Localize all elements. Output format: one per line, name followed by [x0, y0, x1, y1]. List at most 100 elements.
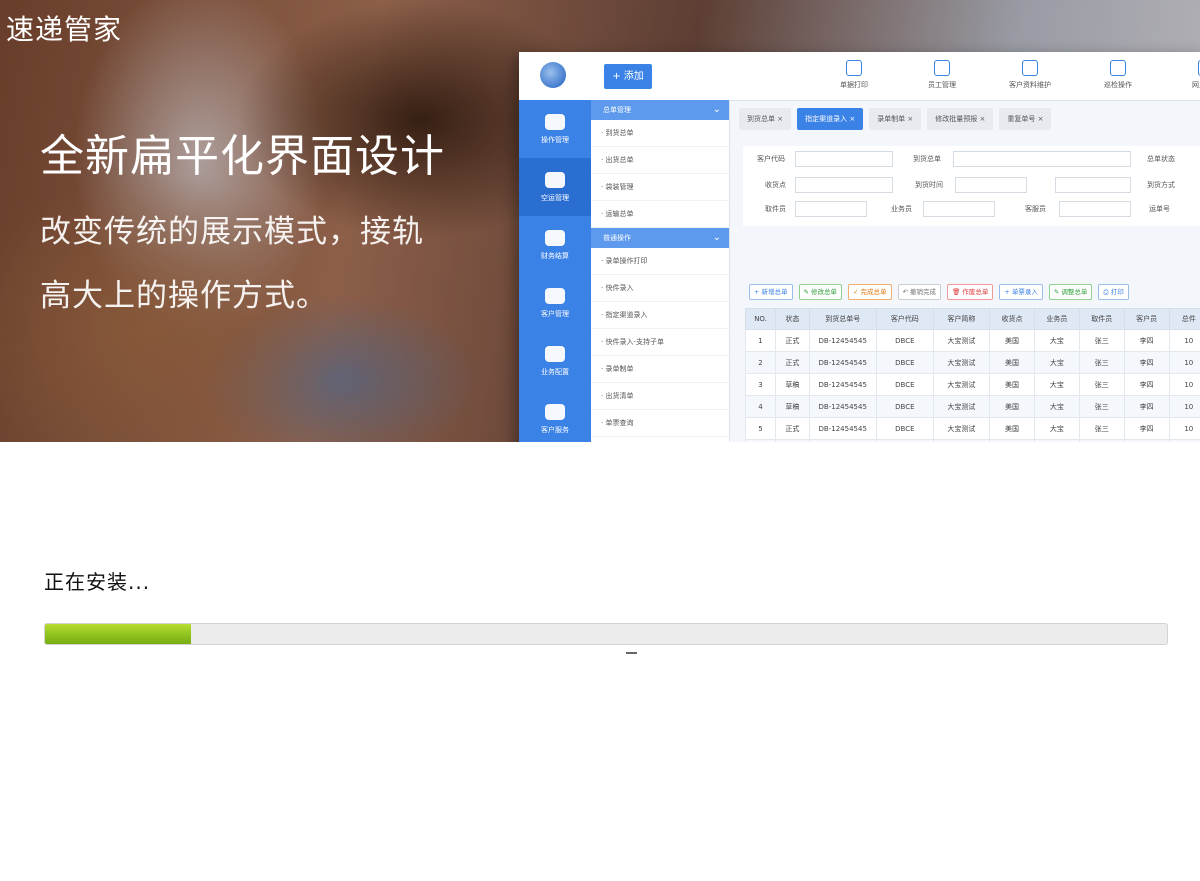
table-cell: 张三 — [1078, 395, 1125, 418]
table-cell: DBCE — [875, 395, 934, 418]
preview-field-label: 业务员 — [891, 205, 912, 213]
preview-menu-item: · 快件录入 — [591, 275, 729, 302]
preview-field-box — [1055, 177, 1131, 193]
banner-headline: 全新扁平化界面设计 — [40, 131, 445, 182]
table-cell: 大宝测试 — [932, 373, 991, 396]
table-header-cell: 到货总单号 — [808, 308, 877, 330]
table-cell: 大宝测试 — [932, 351, 991, 374]
table-cell: 李四 — [1123, 417, 1170, 440]
preview-field-box — [923, 201, 995, 217]
preview-logo-icon — [540, 62, 566, 88]
preview-field-label: 到货总单 — [913, 155, 941, 163]
table-header-cell: 取件员 — [1078, 308, 1125, 330]
preview-menu-item: · 运输总单 — [591, 201, 729, 228]
preview-tool-customer: 客户资料维护 — [995, 60, 1065, 90]
preview-field-label: 客户代码 — [757, 155, 785, 163]
preview-action: ✓ 完成总单 — [848, 284, 892, 300]
table-cell: 10 — [1168, 395, 1200, 418]
table-row: 5 正式 DB-12454545 DBCE 大宝测试 美国 大宝 张三 李四 10 — [744, 417, 1200, 440]
preview-menu-item: · 单票查询 — [591, 410, 729, 437]
briefcase-icon — [545, 345, 565, 362]
table-cell: 美国 — [989, 329, 1035, 352]
preview-tab: 录单制单 × — [869, 108, 922, 130]
preview-field-label: 取件员 — [765, 205, 786, 213]
table-header-cell: 客户简称 — [932, 308, 991, 330]
preview-side-item: 操作管理 — [519, 100, 591, 158]
preview-tab: 到货总单 × — [739, 108, 792, 130]
preview-table: NO. 状态 到货总单号 客户代码 客户简称 收货点 业务员 取件员 客户员 总… — [744, 308, 1200, 442]
table-cell: 美国 — [989, 439, 1035, 442]
table-header-cell: 业务员 — [1033, 308, 1080, 330]
table-cell: 张三 — [1078, 417, 1125, 440]
preview-menu-item: · 到货总单 — [591, 120, 729, 147]
preview-action: 🗑 作废总单 — [947, 284, 994, 300]
install-status-text: 正在安装... — [44, 570, 151, 594]
table-cell: 张三 — [1078, 351, 1125, 374]
preview-filter-form: 客户代码 到货总单 总单状态 收货点 到货时间 到货方式 取件员 业务员 客服员… — [743, 146, 1200, 226]
preview-tool-print: 单据打印 — [819, 60, 889, 90]
preview-side-item: 客户服务 — [519, 390, 591, 442]
preview-action: + 单票录入 — [999, 284, 1043, 300]
preview-add-button: + 添加 — [604, 64, 652, 89]
preview-field-box — [953, 151, 1131, 167]
table-cell: 草稿 — [775, 395, 810, 418]
preview-field-box — [1059, 201, 1131, 217]
table-cell: 正式 — [775, 417, 810, 440]
install-progress-fill — [45, 624, 191, 644]
building-icon — [545, 171, 565, 188]
preview-table-header: NO. 状态 到货总单号 客户代码 客户简称 收货点 业务员 取件员 客户员 总… — [744, 308, 1200, 330]
table-cell: 大宝 — [1033, 373, 1080, 396]
table-cell: 10 — [1168, 329, 1200, 352]
table-row: 3 草稿 DB-12454545 DBCE 大宝测试 美国 大宝 张三 李四 10 — [744, 373, 1200, 396]
table-cell: 大宝 — [1033, 329, 1080, 352]
printer-icon — [846, 60, 862, 76]
preview-side-item: 财务结算 — [519, 216, 591, 274]
preview-field-box — [955, 177, 1027, 193]
preview-action: ✎ 修改总单 — [798, 284, 843, 300]
preview-action: ✎ 调整总单 — [1048, 284, 1093, 300]
table-cell: 大宝 — [1033, 439, 1080, 442]
preview-menu-item: · 出货清单 — [591, 383, 729, 410]
customer-icon — [1022, 60, 1038, 76]
install-progress-bar — [44, 623, 1168, 645]
table-cell: 美国 — [989, 395, 1035, 418]
table-cell: 张三 — [1078, 329, 1125, 352]
table-cell: 1 — [744, 329, 777, 352]
preview-side-item: 客户管理 — [519, 274, 591, 332]
promo-banner: 速递管家 全新扁平化界面设计 改变传统的展示模式，接轨 高大上的操作方式。 + … — [0, 0, 1200, 442]
table-header-cell: 状态 — [775, 308, 810, 330]
preview-main: 到货总单 × 指定渠道录入 × 录单制单 × 修改批量预报 × 重复单号 × 客… — [731, 100, 1200, 442]
preview-menu-item: · 快件录入-支持子单 — [591, 329, 729, 356]
table-cell: 10 — [1168, 439, 1200, 442]
preview-menu-item: · 指定渠道录入 — [591, 302, 729, 329]
table-cell: 6 — [744, 439, 777, 442]
table-cell: DBCE — [875, 329, 934, 352]
table-cell: 大宝 — [1033, 395, 1080, 418]
table-cell: 大宝测试 — [932, 417, 991, 440]
table-cell: 大宝测试 — [932, 395, 991, 418]
table-cell: 10 — [1168, 417, 1200, 440]
preview-sidebar: 操作管理 空运管理 财务结算 客户管理 业务配置 客户服务 — [519, 100, 591, 442]
app-name: 速递管家 — [6, 13, 123, 46]
table-cell: DBCE — [875, 417, 934, 440]
table-row: 1 正式 DB-12454545 DBCE 大宝测试 美国 大宝 张三 李四 10 — [744, 329, 1200, 352]
preview-topbar: + 添加 单据打印 员工管理 客户资料维护 巡检操作 网上订单 — [519, 52, 1200, 101]
table-cell: 张三 — [1078, 373, 1125, 396]
table-cell: 李四 — [1123, 351, 1170, 374]
preview-action: ↶ 撤销完成 — [897, 284, 942, 300]
table-cell: 10 — [1168, 373, 1200, 396]
ledger-icon — [545, 229, 565, 246]
table-cell: 正式 — [775, 439, 810, 442]
table-header-cell: 总件 — [1168, 308, 1200, 330]
preview-tab: 重复单号 × — [999, 108, 1052, 130]
table-row: 4 草稿 DB-12454545 DBCE 大宝测试 美国 大宝 张三 李四 10 — [744, 395, 1200, 418]
preview-action: + 新增总单 — [749, 284, 793, 300]
table-cell: DB-12454545 — [808, 417, 877, 440]
banner-subline-2: 高大上的操作方式。 — [40, 278, 328, 314]
preview-menu-item: · 出货总单 — [591, 147, 729, 174]
table-header-cell: 客户代码 — [875, 308, 934, 330]
preview-field-label: 运单号 — [1149, 205, 1170, 213]
user-gear-icon — [545, 113, 565, 130]
table-cell: DB-12454545 — [808, 329, 877, 352]
preview-action-bar: + 新增总单 ✎ 修改总单 ✓ 完成总单 ↶ 撤销完成 🗑 作废总单 + 单票录… — [749, 284, 1129, 300]
